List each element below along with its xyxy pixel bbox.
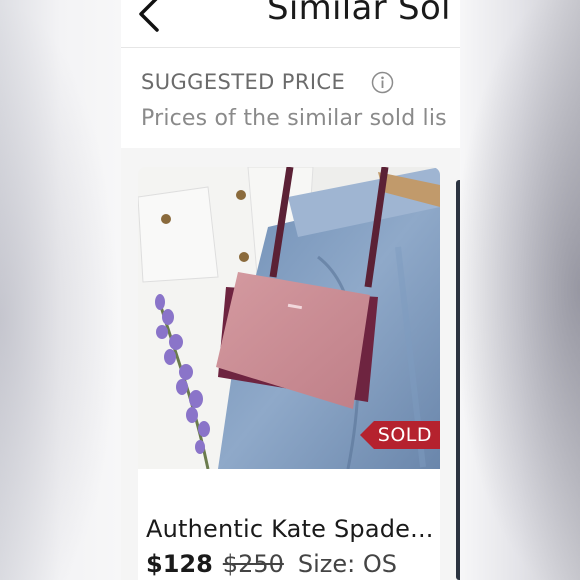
app-screen: Similar Sol SUGGESTED PRICE Prices of th… bbox=[121, 0, 460, 580]
background-blur-right bbox=[460, 0, 580, 580]
original-price: $250 bbox=[222, 550, 284, 578]
sold-badge: SOLD bbox=[360, 421, 440, 449]
background-blur-left bbox=[0, 0, 120, 580]
next-listing-card-edge[interactable] bbox=[456, 180, 460, 580]
listing-title[interactable]: Authentic Kate Spade... bbox=[146, 515, 434, 543]
suggested-price-heading: SUGGESTED PRICE bbox=[141, 70, 346, 94]
suggested-price-description: Prices of the similar sold lis bbox=[141, 106, 447, 131]
page-title: Similar Sol bbox=[267, 0, 451, 28]
price-row: $128 $250 Size: OS bbox=[146, 550, 397, 578]
chevron-left-icon[interactable] bbox=[133, 0, 167, 34]
top-header: Similar Sol bbox=[121, 0, 460, 48]
size-label: Size: OS bbox=[297, 550, 397, 578]
listing-price: $128 bbox=[146, 550, 213, 578]
info-icon[interactable] bbox=[371, 71, 394, 94]
listing-card[interactable]: SOLD Authentic Kate Spade... $128 $250 Siz… bbox=[138, 167, 440, 580]
